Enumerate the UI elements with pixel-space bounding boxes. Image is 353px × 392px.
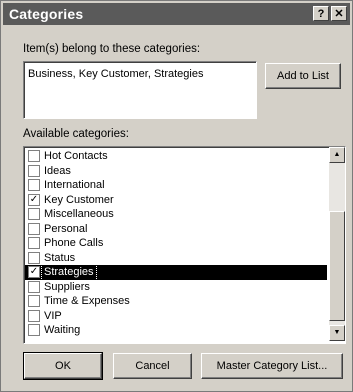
category-item[interactable]: Suppliers <box>25 280 327 295</box>
category-item[interactable]: Hot Contacts <box>25 149 327 164</box>
checkbox-icon[interactable] <box>28 251 40 264</box>
category-item[interactable]: ✓ Key Customer <box>25 193 327 208</box>
category-item[interactable]: Ideas <box>25 164 327 179</box>
assigned-categories-value: Business, Key Customer, Strategies <box>28 68 204 80</box>
checkbox-icon[interactable] <box>28 164 40 177</box>
checkbox-checked-icon[interactable]: ✓ <box>28 193 40 206</box>
category-label: Strategies <box>41 264 97 281</box>
checkbox-icon[interactable] <box>28 309 40 322</box>
checkbox-icon[interactable] <box>28 237 40 249</box>
checkbox-checked-icon[interactable]: ✓ <box>28 266 40 278</box>
category-items: Hot Contacts Ideas International ✓ Key Custo… <box>25 149 327 338</box>
category-label: Suppliers <box>44 280 90 293</box>
title-bar[interactable]: Categories ? ✕ <box>3 3 350 25</box>
category-item[interactable]: International <box>25 178 327 193</box>
dialog-title: Categories <box>9 6 84 22</box>
category-label: Waiting <box>44 324 81 336</box>
help-icon[interactable]: ? <box>313 6 329 21</box>
category-label: Status <box>44 251 76 264</box>
category-item[interactable]: VIP <box>25 309 327 324</box>
checkbox-icon[interactable] <box>28 150 40 162</box>
checkbox-icon[interactable] <box>28 208 40 220</box>
category-item[interactable]: Phone Calls <box>25 236 327 251</box>
scroll-down-icon[interactable]: ▼ <box>329 325 345 341</box>
category-label: Phone Calls <box>44 237 104 249</box>
category-label: Ideas <box>44 164 71 177</box>
assigned-categories-label: Item(s) belong to these categories: <box>23 43 201 55</box>
category-item[interactable]: Personal <box>25 222 327 237</box>
category-label: International <box>44 179 105 191</box>
category-item[interactable]: Waiting <box>25 323 327 338</box>
vertical-scrollbar[interactable]: ▲ ▼ <box>329 147 345 341</box>
checkbox-icon[interactable] <box>28 295 40 307</box>
category-label: Key Customer <box>44 193 114 206</box>
checkbox-icon[interactable] <box>28 179 40 191</box>
category-label: Hot Contacts <box>44 150 108 162</box>
add-to-list-button[interactable]: Add to List <box>265 63 341 89</box>
category-label: Miscellaneous <box>44 208 114 220</box>
categories-dialog: Categories ? ✕ Item(s) belong to these c… <box>0 0 353 392</box>
close-icon[interactable]: ✕ <box>331 6 347 21</box>
checkbox-icon[interactable] <box>28 222 40 235</box>
category-item[interactable]: ✓ Strategies <box>25 264 327 281</box>
category-label: VIP <box>44 309 62 322</box>
checkbox-icon[interactable] <box>28 280 40 293</box>
ok-button[interactable]: OK <box>23 352 103 380</box>
available-categories-list[interactable]: Hot Contacts Ideas International ✓ Key Custo… <box>23 146 346 344</box>
category-label: Time & Expenses <box>44 295 130 307</box>
assigned-categories-field[interactable]: Business, Key Customer, Strategies <box>23 61 257 119</box>
category-item[interactable]: Miscellaneous <box>25 207 327 222</box>
cancel-button[interactable]: Cancel <box>113 353 192 379</box>
category-item[interactable]: Status <box>25 251 327 266</box>
category-item[interactable]: Time & Expenses <box>25 294 327 309</box>
scroll-up-icon[interactable]: ▲ <box>329 147 345 163</box>
checkbox-icon[interactable] <box>28 324 40 336</box>
scroll-thumb[interactable] <box>329 211 345 321</box>
master-category-list-button[interactable]: Master Category List... <box>201 353 343 379</box>
available-categories-label: Available categories: <box>23 128 129 140</box>
category-label: Personal <box>44 222 88 235</box>
